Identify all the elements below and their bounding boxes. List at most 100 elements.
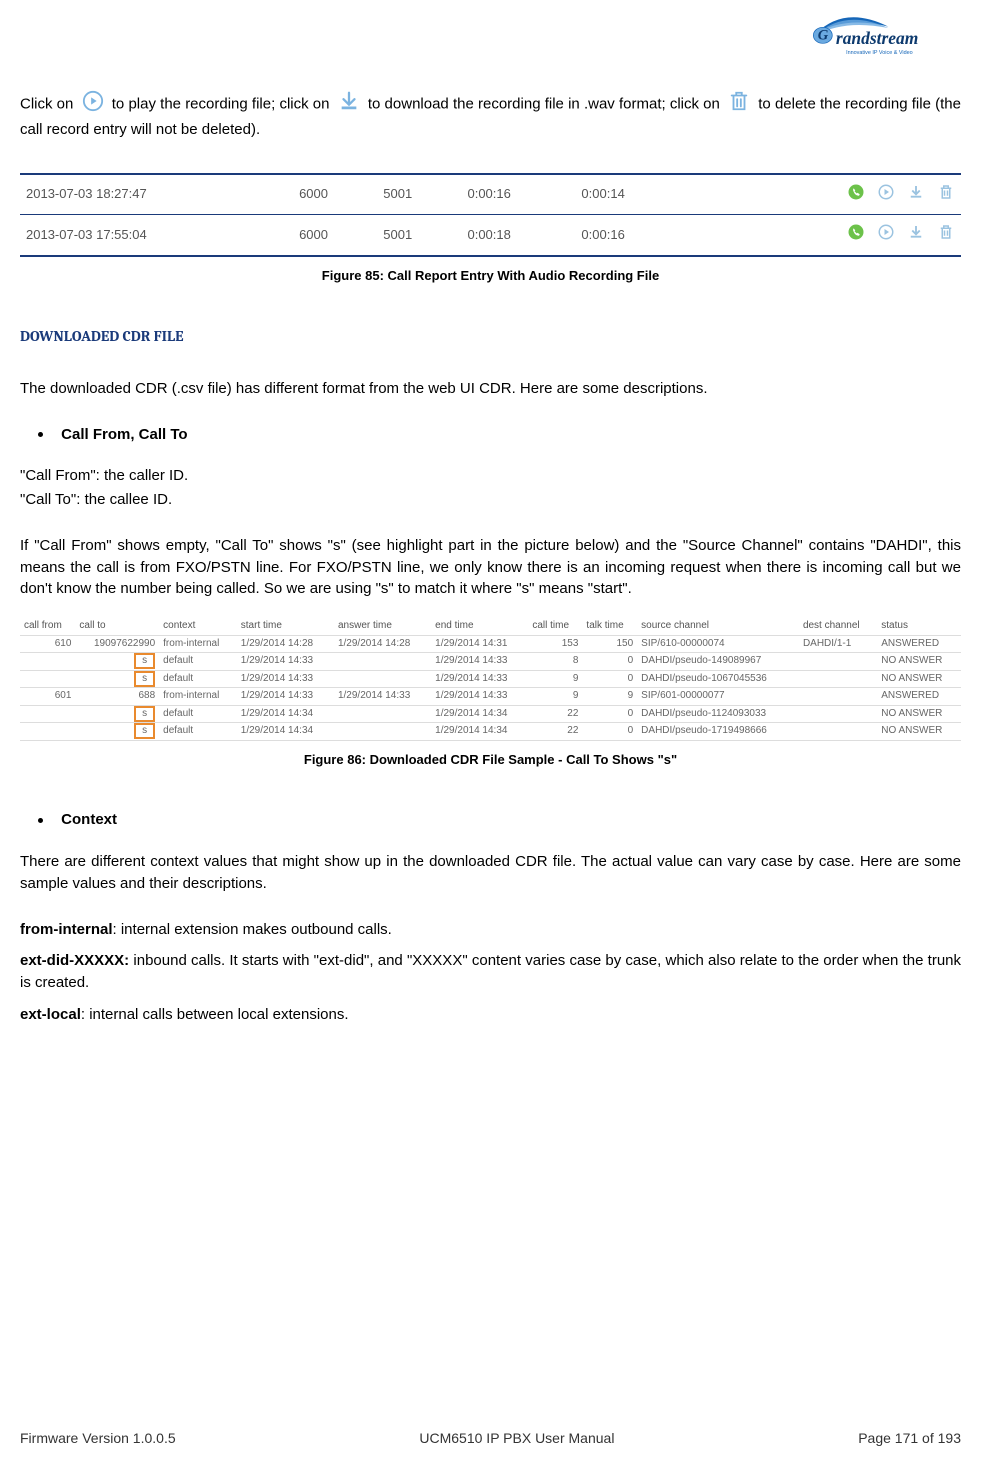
brand-logo: G randstream Innovative IP Voice & Video: [801, 10, 961, 72]
csv-cell: 150: [582, 635, 637, 653]
csv-header: answer time: [334, 618, 431, 635]
csv-cell: 1/29/2014 14:33: [431, 670, 528, 688]
csv-cell: ANSWERED: [877, 635, 961, 653]
csv-header: call from: [20, 618, 75, 635]
download-icon[interactable]: [907, 223, 925, 247]
csv-cell: [20, 723, 75, 741]
csv-cell: s: [75, 723, 159, 741]
bullet-context: Context: [38, 809, 961, 831]
cell-dur2: 0:00:14: [575, 175, 689, 215]
csv-cell: 22: [528, 723, 582, 741]
csv-cell: NO ANSWER: [877, 653, 961, 671]
csv-cell: [799, 723, 877, 741]
bullet-dot-icon: [38, 818, 43, 823]
cell-dur1: 0:00:18: [461, 215, 575, 255]
csv-cell: default: [159, 670, 237, 688]
csv-cell: [799, 670, 877, 688]
play-circle-icon: [82, 90, 104, 119]
bullet-dot-icon: [38, 432, 43, 437]
cell-from: 6000: [293, 215, 377, 255]
csv-cell: from-internal: [159, 635, 237, 653]
csv-cell: [20, 653, 75, 671]
csv-cell: default: [159, 653, 237, 671]
play-icon[interactable]: [877, 183, 895, 207]
csv-cell: 9: [528, 670, 582, 688]
bullet1-label: Call From, Call To: [61, 426, 187, 443]
ctx3-key: ext-local: [20, 1006, 81, 1023]
csv-cell: [334, 723, 431, 741]
svg-text:G: G: [818, 28, 829, 44]
delete-icon[interactable]: [937, 223, 955, 247]
csv-cell: 610: [20, 635, 75, 653]
csv-cell: 9: [528, 688, 582, 706]
csv-cell: from-internal: [159, 688, 237, 706]
csv-cell: 1/29/2014 14:33: [237, 670, 334, 688]
call-s-explain: If "Call From" shows empty, "Call To" sh…: [20, 535, 961, 600]
cell-to: 5001: [377, 215, 461, 255]
page-footer: Firmware Version 1.0.0.5 UCM6510 IP PBX …: [20, 1428, 961, 1448]
ctx-line-3: ext-local: internal calls between local …: [20, 1004, 961, 1026]
call-to-desc: "Call To": the callee ID.: [20, 489, 961, 511]
csv-cell: 688: [75, 688, 159, 706]
csv-header: talk time: [582, 618, 637, 635]
svg-text:Innovative IP Voice & Video: Innovative IP Voice & Video: [846, 50, 913, 56]
csv-header: status: [877, 618, 961, 635]
csv-cell: NO ANSWER: [877, 705, 961, 723]
csv-header: end time: [431, 618, 528, 635]
cell-dur1: 0:00:16: [461, 175, 575, 215]
section-heading: DOWNLOADED CDR FILE: [20, 326, 961, 348]
bullet2-label: Context: [61, 811, 117, 828]
csv-header: source channel: [637, 618, 799, 635]
csv-cell: [334, 653, 431, 671]
cell-dur2: 0:00:16: [575, 215, 689, 255]
csv-row: sdefault1/29/2014 14:331/29/2014 14:3380…: [20, 653, 961, 671]
csv-row: 61019097622990from-internal 1/29/2014 14:…: [20, 635, 961, 653]
csv-cell: 1/29/2014 14:33: [431, 688, 528, 706]
intro-text-1: Click on: [20, 95, 73, 112]
call-status-icon: [847, 223, 865, 247]
csv-header: call time: [528, 618, 582, 635]
csv-row: sdefault1/29/2014 14:341/29/2014 14:3422…: [20, 705, 961, 723]
delete-icon[interactable]: [937, 183, 955, 207]
table-row: 2013-07-03 18:27:47600050010:00:160:00:1…: [20, 175, 961, 215]
csv-cell: 1/29/2014 14:34: [237, 723, 334, 741]
csv-cell: 19097622990: [75, 635, 159, 653]
csv-cell: [334, 705, 431, 723]
footer-left: Firmware Version 1.0.0.5: [20, 1428, 176, 1448]
csv-header: start time: [237, 618, 334, 635]
csv-row: 601688from-internal1/29/2014 14:331/29/2…: [20, 688, 961, 706]
intro-line-1: Click on to play the recording file; cli…: [20, 90, 961, 141]
footer-center: UCM6510 IP PBX User Manual: [419, 1428, 614, 1448]
csv-cell: [334, 670, 431, 688]
csv-cell: default: [159, 723, 237, 741]
csv-cell: 1/29/2014 14:31: [431, 635, 528, 653]
ctx-line-1: from-internal: internal extension makes …: [20, 919, 961, 941]
ctx2-key: ext-did-XXXXX:: [20, 952, 129, 969]
csv-cell: [20, 705, 75, 723]
bullet-call-from-to: Call From, Call To: [38, 424, 961, 446]
download-icon[interactable]: [907, 183, 925, 207]
cdr-audio-table: 2013-07-03 18:27:47600050010:00:160:00:1…: [20, 173, 961, 258]
cell-to: 5001: [377, 175, 461, 215]
context-intro: There are different context values that …: [20, 851, 961, 895]
csv-cell: [799, 653, 877, 671]
csv-cell: [799, 688, 877, 706]
cell-time: 2013-07-03 17:55:04: [20, 215, 293, 255]
csv-header: context: [159, 618, 237, 635]
play-icon[interactable]: [877, 223, 895, 247]
csv-cell: s: [75, 653, 159, 671]
csv-cell: DAHDI/pseudo-1719498666: [637, 723, 799, 741]
trash-icon: [728, 90, 750, 119]
csv-cell: SIP/601-00000077: [637, 688, 799, 706]
call-status-icon: [847, 183, 865, 207]
csv-cell: 601: [20, 688, 75, 706]
csv-cell: s: [75, 670, 159, 688]
csv-header: dest channel: [799, 618, 877, 635]
csv-cell: 1/29/2014 14:34: [431, 705, 528, 723]
csv-cell: default: [159, 705, 237, 723]
figure-86-caption: Figure 86: Downloaded CDR File Sample - …: [20, 751, 961, 770]
csv-cell: [20, 670, 75, 688]
ctx-line-2: ext-did-XXXXX: inbound calls. It starts …: [20, 950, 961, 994]
csv-cell: 1/29/2014 14:33: [431, 653, 528, 671]
ctx1-val: : internal extension makes outbound call…: [113, 921, 392, 938]
